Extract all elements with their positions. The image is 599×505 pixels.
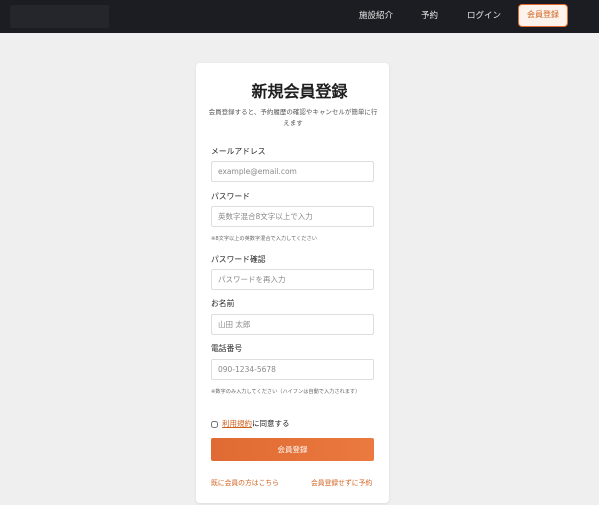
name-field[interactable]	[211, 314, 374, 335]
page-subtitle: 会員登録すると、予約履歴の確認やキャンセルが簡単に行えます	[208, 108, 378, 127]
email-label: メールアドレス	[211, 147, 266, 156]
nav-register-button[interactable]: 会員登録	[518, 4, 568, 27]
name-label: お名前	[211, 299, 235, 308]
terms-agreement-text: 利用規約に同意する	[222, 419, 290, 429]
password-label: パスワード	[211, 192, 250, 201]
nav-link-facilities[interactable]: 施設紹介	[359, 10, 393, 22]
terms-link[interactable]: 利用規約	[222, 419, 252, 428]
password-hint: ※8文字以上の英数字混合で入力してください	[211, 236, 317, 242]
page-title: 新規会員登録	[251, 82, 348, 101]
phone-field[interactable]	[211, 359, 374, 380]
nav-link-reservation[interactable]: 予約	[421, 10, 438, 22]
terms-agreement-row: 利用規約に同意する	[211, 419, 290, 429]
nav-link-login[interactable]: ログイン	[467, 10, 501, 22]
password-confirm-field[interactable]	[211, 269, 374, 290]
site-logo[interactable]	[10, 5, 109, 28]
terms-checkbox[interactable]	[211, 420, 218, 428]
reserve-without-registration-link[interactable]: 会員登録せずに予約	[311, 478, 372, 488]
email-field[interactable]	[211, 161, 374, 182]
password-field[interactable]	[211, 206, 374, 227]
phone-label: 電話番号	[211, 344, 243, 353]
terms-agreement-suffix: に同意する	[252, 419, 290, 428]
register-submit-button[interactable]: 会員登録	[211, 438, 374, 461]
password-confirm-label: パスワード確認	[211, 255, 266, 264]
phone-hint: ※数字のみ入力してください（ハイフンは自動で入力されます）	[211, 389, 361, 395]
existing-member-login-link[interactable]: 既に会員の方はこちら	[211, 478, 279, 488]
top-navigation-bar: 施設紹介 予約 ログイン 会員登録	[0, 0, 599, 33]
